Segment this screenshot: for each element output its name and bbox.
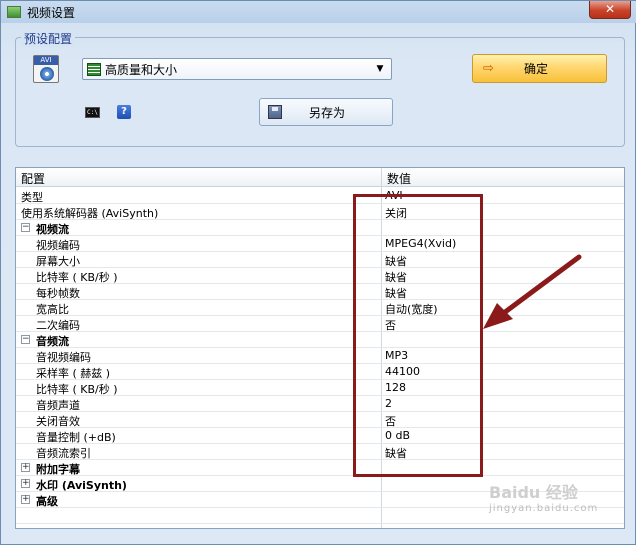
setting-name: 二次编码 [36,319,80,332]
column-header-setting[interactable]: 配置 [16,170,45,187]
expand-icon[interactable]: + [21,463,30,472]
floppy-disk-icon [268,105,282,119]
group-label: 高级 [36,495,58,508]
setting-name: 音频声道 [36,399,80,412]
expand-icon[interactable]: + [21,495,30,504]
avi-icon-label: AVI [34,56,58,65]
save-as-button[interactable]: 另存为 [259,98,393,126]
table-row[interactable]: 采样率 ( 赫兹 ) 44100 [16,364,624,380]
annotation-arrow [483,254,582,329]
group-label: 音频流 [36,335,69,348]
window-title: 视频设置 [27,5,76,20]
grid-header: 配置 数值 [16,168,624,187]
app-icon [7,6,21,18]
group-label: 视频流 [36,223,69,236]
setting-name: 关闭音效 [36,415,80,428]
setting-name: 类型 [21,191,43,204]
watermark-sub: jingyan.baidu.com [489,503,599,514]
title-bar[interactable]: 视频设置 ✕ [1,1,636,23]
setting-name: 比特率 ( KB/秒 ) [36,383,118,396]
setting-name: 比特率 ( KB/秒 ) [36,271,118,284]
ok-button[interactable]: ⇨ 确定 [472,54,607,83]
preset-dropdown[interactable]: 高质量和大小 ▼ [82,58,392,80]
setting-name: 屏幕大小 [36,255,80,268]
table-row[interactable]: 类型 AVI [16,188,624,204]
ok-label: 确定 [523,62,548,76]
setting-name: 音视频编码 [36,351,91,364]
setting-name: 音频流索引 [36,447,91,460]
collapse-icon[interactable]: − [21,223,30,232]
arrow-right-icon: ⇨ [483,61,494,76]
table-row[interactable]: 使用系统解码器 (AviSynth) 关闭 [16,204,624,220]
close-button[interactable]: ✕ [589,1,631,19]
watermark-main: Baidu 经验 [489,483,578,502]
table-row[interactable]: 音量控制 (+dB) 0 dB [16,428,624,444]
table-row[interactable]: 关闭音效否 [16,412,624,428]
setting-name: 宽高比 [36,303,69,316]
avi-file-icon: AVI [33,55,59,83]
annotation-highlight-box [353,194,483,477]
command-prompt-icon[interactable]: C:\ [85,107,100,118]
table-row[interactable]: 音视频编码 MP3 [16,348,624,364]
save-as-label: 另存为 [308,105,345,120]
preset-legend: 预设配置 [21,30,76,47]
table-row[interactable]: 比特率 ( KB/秒 ) 128 [16,380,624,396]
help-icon[interactable]: ? [117,105,131,119]
setting-name: 每秒帧数 [36,287,80,300]
empty-row [16,524,624,540]
setting-name: 视频编码 [36,239,80,252]
setting-name: 音量控制 (+dB) [36,431,116,444]
setting-name: 采样率 ( 赫兹 ) [36,367,111,380]
watermark: Baidu 经验 jingyan.baidu.com [489,479,629,519]
film-icon [87,62,101,76]
setting-name: 使用系统解码器 (AviSynth) [21,207,159,220]
preset-selected-value: 高质量和大小 [105,62,178,77]
chevron-down-icon[interactable]: ▼ [373,64,387,74]
table-row[interactable]: 音频流索引 缺省 [16,444,624,460]
group-row[interactable]: + 附加字幕 [16,460,624,476]
table-row[interactable]: 视频编码 MPEG4(Xvid) [16,236,624,252]
collapse-icon[interactable]: − [21,335,30,344]
table-row[interactable]: 音频声道 2 [16,396,624,412]
group-label: 水印 (AviSynth) [36,479,127,492]
video-settings-window: 视频设置 ✕ 预设配置 AVI 高质量和大小 ▼ C:\ ? 另存为 ⇨ 确定 … [0,0,636,545]
group-row[interactable]: − 视频流 [16,220,624,236]
disc-icon [40,67,54,81]
group-label: 附加字幕 [36,463,80,476]
settings-grid: 配置 数值 类型 AVI 使用系统解码器 (AviSynth) 关闭 − 视频流 视频编码 M… [15,167,625,540]
expand-icon[interactable]: + [21,479,30,488]
column-header-value[interactable]: 数值 [382,170,411,187]
